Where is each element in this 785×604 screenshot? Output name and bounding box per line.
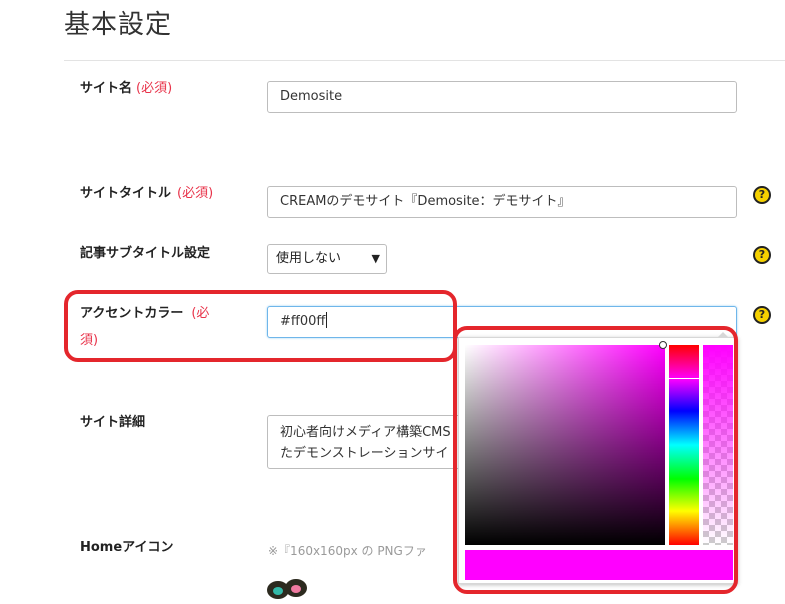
question-circle-icon[interactable]: ?	[753, 306, 771, 324]
home-icon-note: ※『160x160px の PNGファ	[268, 544, 427, 558]
chevron-down-icon: ▼	[371, 252, 380, 265]
question-circle-icon[interactable]: ?	[753, 246, 771, 264]
site-name-label-text: サイト名	[80, 81, 133, 96]
highlight-accent-color	[64, 290, 457, 362]
required-mark: (必須)	[136, 81, 173, 96]
required-mark: (必須)	[177, 186, 214, 201]
site-title-value: CREAMのデモサイト『Demosite：デモサイト』	[280, 194, 571, 209]
site-title-label: サイトタイトル (必須)	[80, 181, 213, 207]
home-icon-label: Homeアイコン	[80, 540, 174, 555]
cream-logo-icon	[266, 578, 308, 600]
site-name-label: サイト名 (必須)	[80, 76, 172, 102]
page-title: 基本設定	[64, 10, 173, 40]
site-title-label-text: サイトタイトル	[80, 186, 172, 201]
subtitle-setting-value: 使用しない	[276, 251, 342, 266]
subtitle-setting-label: 記事サブタイトル設定	[80, 246, 211, 261]
subtitle-setting-select[interactable]: 使用しない ▼	[267, 244, 387, 274]
site-title-input[interactable]: CREAMのデモサイト『Demosite：デモサイト』	[267, 186, 737, 218]
title-divider	[64, 60, 785, 61]
highlight-color-picker	[453, 326, 738, 594]
site-name-input[interactable]: Demosite	[267, 81, 737, 113]
site-name-value: Demosite	[280, 89, 343, 104]
question-circle-icon[interactable]: ?	[753, 186, 771, 204]
site-detail-label: サイト詳細	[80, 415, 146, 430]
